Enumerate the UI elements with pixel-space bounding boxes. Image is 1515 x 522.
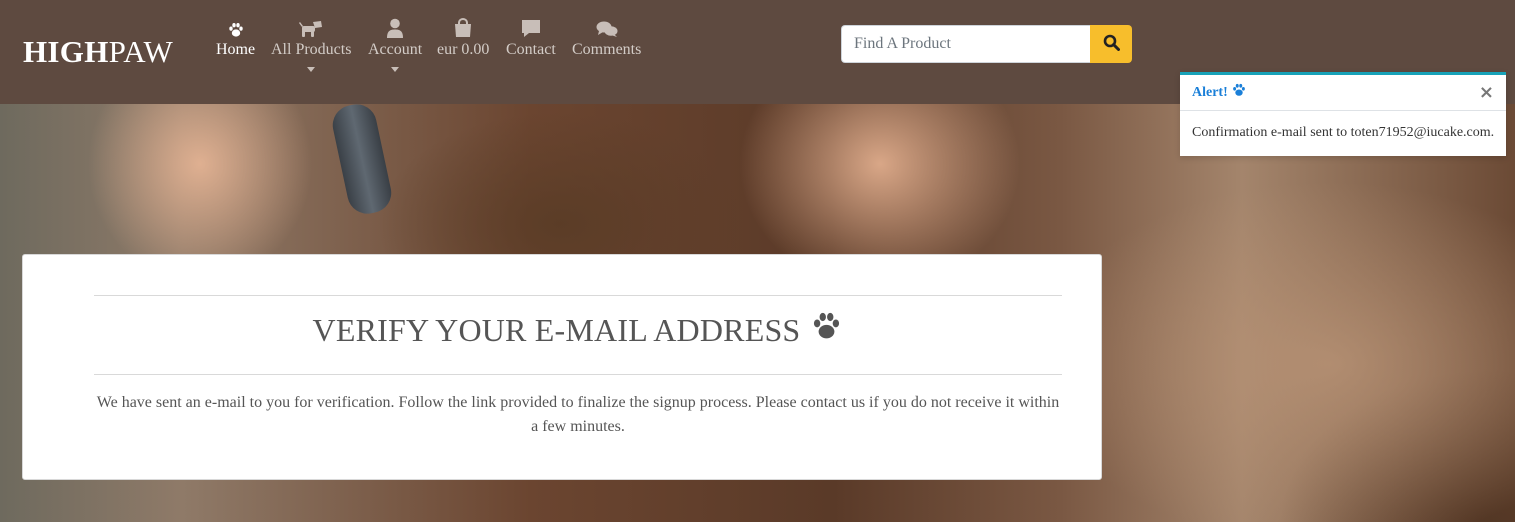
search-input[interactable] <box>841 25 1090 63</box>
toast-header: Alert! × <box>1180 75 1506 111</box>
comment-icon <box>521 16 541 38</box>
chevron-down-icon <box>391 67 400 72</box>
paw-icon <box>228 16 244 38</box>
nav-label-home: Home <box>216 41 256 58</box>
page-title-wrap: VERIFY YOUR E-MAIL ADDRESS <box>94 311 1062 349</box>
brand-light: PAW <box>108 34 174 69</box>
nav-item-account[interactable]: Account <box>368 16 422 72</box>
close-icon[interactable]: × <box>1479 83 1494 102</box>
dog-icon <box>299 16 323 38</box>
nav-item-comments[interactable]: Comments <box>572 16 641 59</box>
nav-label-cart-total: eur 0.00 <box>437 41 490 58</box>
divider <box>94 295 1062 296</box>
nav-label-contact: Contact <box>506 41 556 58</box>
verify-email-card: VERIFY YOUR E-MAIL ADDRESS We have sent … <box>22 254 1102 480</box>
shopping-bag-icon <box>454 16 472 38</box>
search-form <box>841 25 1132 63</box>
nav-item-contact[interactable]: Contact <box>506 16 556 59</box>
brand-logo[interactable]: HIGHPAW <box>23 34 173 70</box>
search-button[interactable] <box>1090 25 1132 63</box>
divider <box>94 374 1062 375</box>
chevron-down-icon <box>307 67 316 72</box>
nav-label-all-products: All Products <box>271 41 352 58</box>
nav-label-account: Account <box>368 41 423 58</box>
nav-label-comments: Comments <box>572 41 642 58</box>
paw-icon <box>810 311 843 349</box>
toast-title-wrap: Alert! <box>1192 83 1246 102</box>
comments-icon <box>596 16 618 38</box>
nav-item-all-products[interactable]: All Products <box>271 16 351 72</box>
brand-bold: HIGH <box>23 34 109 69</box>
search-icon <box>1103 34 1120 54</box>
alert-toast: Alert! × Confirmation e-mail sent to tot… <box>1180 72 1506 156</box>
paw-icon <box>1232 83 1246 102</box>
toast-message: Confirmation e-mail sent to toten71952@i… <box>1192 125 1495 140</box>
page-title: VERIFY YOUR E-MAIL ADDRESS <box>312 311 801 348</box>
user-icon <box>386 16 404 38</box>
nav-item-home[interactable]: Home <box>216 16 255 59</box>
nav-item-cart[interactable]: eur 0.00 <box>437 16 489 59</box>
toast-title: Alert! <box>1192 84 1228 100</box>
verification-message: We have sent an e-mail to you for verifi… <box>96 394 1060 435</box>
